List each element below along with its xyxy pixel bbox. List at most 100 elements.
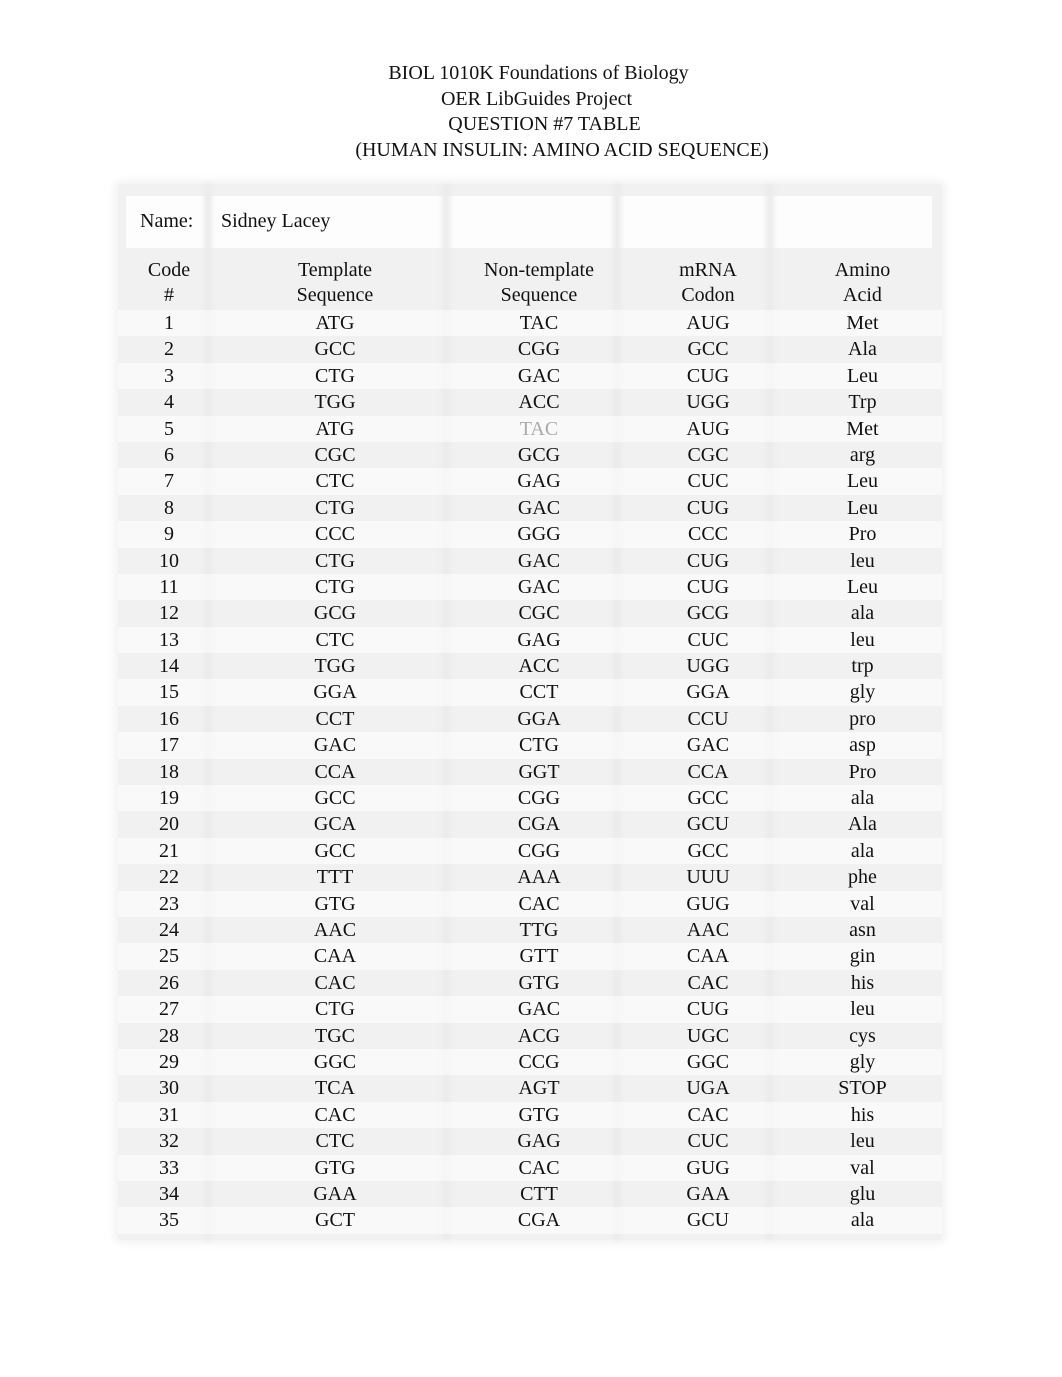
table-row: 35 GCT CGA GCU ala	[118, 1207, 942, 1234]
cell-mrna: GCU	[686, 813, 730, 836]
cell-nontemplate: GGT	[518, 760, 560, 783]
cell-nontemplate: GAC	[517, 549, 561, 572]
cell-mrna: CAC	[687, 971, 729, 994]
cell-code: 28	[159, 1024, 179, 1047]
cell-nontemplate: GTG	[518, 1103, 560, 1126]
cell-nontemplate: GCG	[517, 443, 561, 466]
cell-mrna: CUC	[687, 470, 729, 493]
table-row: 26 CAC GTG CAC his	[118, 970, 942, 996]
cell-amino-acid: asp	[849, 734, 876, 757]
cell-mrna: GAA	[686, 1182, 730, 1205]
course-title: BIOL 1010K Foundations of Biology	[388, 62, 689, 84]
cell-template: CTG	[315, 496, 355, 519]
cell-amino-acid: asn	[849, 918, 876, 941]
cell-amino-acid: Trp	[848, 391, 877, 414]
cell-amino-acid: Leu	[846, 575, 879, 598]
table-row: 6 CGC GCG CGC arg	[118, 442, 942, 468]
cell-code: 18	[159, 760, 179, 783]
table-body: 1 ATG TAC AUG Met 2 GCC CGG GCC Ala 3 CTG GAC CUG Leu 4…	[118, 310, 942, 1234]
table-row: 32 CTC GAG CUC leu	[118, 1128, 942, 1154]
cell-code: 29	[159, 1050, 179, 1073]
table-row: 7 CTC GAG CUC Leu	[118, 468, 942, 495]
table-row: 10 CTG GAC CUG leu	[118, 548, 942, 574]
cell-nontemplate: CGC	[518, 602, 560, 625]
cell-amino-acid: Leu	[846, 470, 879, 493]
cell-code: 20	[159, 813, 179, 836]
cell-code: 12	[159, 602, 179, 625]
table-row: 24 AAC TTG AAC asn	[118, 917, 942, 943]
cell-template: TGG	[314, 391, 356, 414]
cell-code: 30	[159, 1077, 179, 1100]
cell-template: AAC	[313, 918, 357, 941]
table-row: 21 GCC CGG GCC ala	[118, 837, 942, 865]
cell-nontemplate: CGG	[517, 787, 561, 810]
document-header: BIOL 1010K Foundations of Biology OER Li…	[0, 61, 1062, 163]
cell-template: ATG	[315, 312, 355, 334]
cell-mrna: GCC	[687, 839, 729, 862]
table-row: 16 CCT GGA CCU pro	[118, 706, 942, 732]
cell-nontemplate: GGG	[517, 523, 561, 546]
cell-code: 23	[159, 892, 179, 915]
cell-template: CTG	[315, 364, 355, 387]
cell-code: 17	[159, 734, 179, 757]
cell-amino-acid: gin	[849, 945, 876, 968]
cell-amino-acid: ala	[850, 1209, 875, 1232]
cell-nontemplate: GAC	[517, 364, 561, 387]
cell-mrna: GGC	[686, 1050, 730, 1073]
cell-template: GAC	[313, 734, 357, 757]
cell-template: CCC	[314, 523, 356, 546]
cell-mrna: CAA	[686, 945, 730, 968]
cell-nontemplate: CTT	[520, 1182, 558, 1205]
project-title: OER LibGuides Project	[440, 87, 633, 110]
cell-amino-acid: pro	[849, 707, 876, 730]
cell-template: CTG	[315, 549, 355, 572]
table-row: 14 TGG ACC UGG trp	[118, 653, 942, 679]
cell-mrna: AUG	[686, 312, 730, 334]
cell-code: 16	[159, 707, 179, 730]
cell-template: GCC	[314, 787, 356, 810]
cell-code: 9	[164, 523, 174, 546]
cell-amino-acid: Ala	[848, 338, 877, 361]
cell-template: TGG	[314, 655, 356, 678]
cell-template: TTT	[316, 866, 354, 889]
cell-template: GCC	[314, 338, 356, 361]
cell-amino-acid: leu	[850, 628, 875, 651]
cell-nontemplate: GAG	[517, 470, 561, 493]
cell-amino-acid: glu	[849, 1182, 876, 1205]
cell-code: 8	[164, 496, 174, 519]
cell-template: GTG	[314, 1156, 356, 1179]
cell-mrna: CCC	[687, 523, 729, 546]
cell-amino-acid: ala	[850, 839, 875, 862]
cell-amino-acid: trp	[851, 655, 874, 678]
cell-code: 32	[159, 1130, 179, 1153]
cell-code: 15	[159, 681, 179, 704]
cell-amino-acid: Leu	[846, 496, 879, 519]
cell-template: GGA	[313, 681, 357, 704]
cell-template: CAC	[314, 971, 356, 994]
cell-code: 13	[159, 628, 179, 651]
cell-nontemplate: CCG	[518, 1050, 560, 1073]
cell-amino-acid: arg	[849, 443, 876, 466]
cell-template: GCA	[313, 813, 357, 836]
table-row: 11 CTG GAC CUG Leu	[118, 573, 942, 601]
cell-template: GCT	[315, 1209, 355, 1232]
table-row: 5 ATG TAC AUG Met	[118, 415, 942, 442]
cell-mrna: CUC	[687, 1130, 729, 1153]
cell-amino-acid: val	[850, 892, 875, 915]
cell-nontemplate: ACG	[517, 1024, 561, 1047]
cell-mrna: UGG	[686, 391, 730, 414]
cell-template: CAA	[313, 945, 357, 968]
cell-code: 10	[159, 549, 179, 572]
cell-mrna: CCU	[687, 707, 729, 730]
table-row: 18 CCA GGT CCA Pro	[118, 759, 942, 785]
cell-nontemplate: AGT	[518, 1077, 560, 1100]
cell-mrna: CUG	[686, 575, 730, 598]
cell-template: GCC	[314, 839, 356, 862]
cell-code: 19	[159, 787, 179, 810]
cell-amino-acid: Met	[846, 417, 879, 440]
table-header-row: Code # Template Sequence Non-template Se…	[118, 258, 942, 310]
cell-nontemplate: CGA	[517, 1209, 561, 1232]
name-value[interactable]: Sidney Lacey	[221, 210, 330, 233]
table-row: 4 TGG ACC UGG Trp	[118, 389, 942, 415]
cell-nontemplate: GGA	[517, 707, 561, 730]
